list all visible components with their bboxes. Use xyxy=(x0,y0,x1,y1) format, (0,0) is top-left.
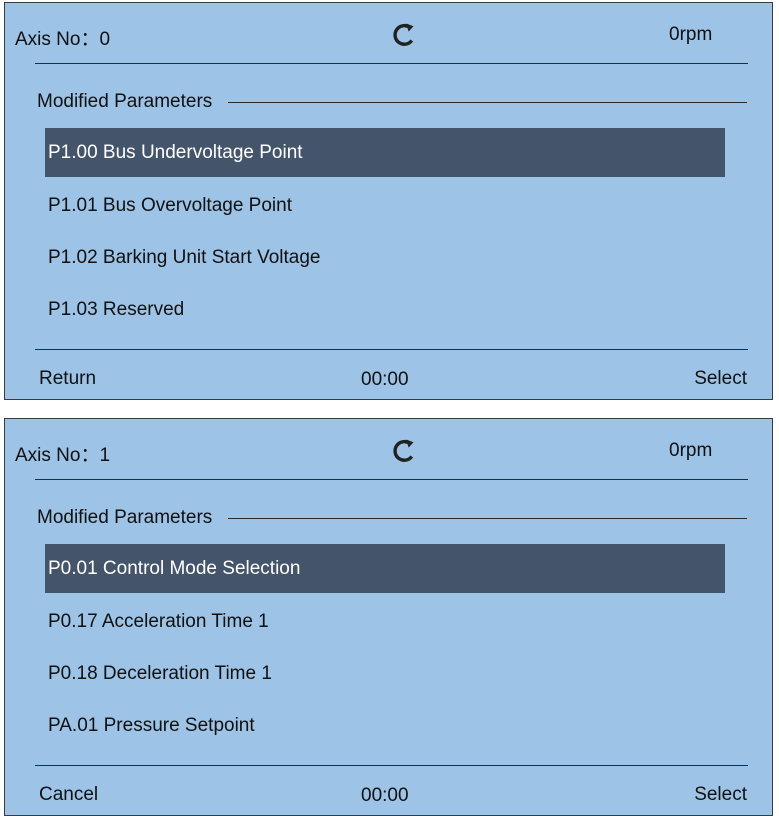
axis-value: 1 xyxy=(99,445,111,466)
section-divider xyxy=(228,101,747,103)
parameter-item[interactable]: PA.01 Pressure Setpoint xyxy=(45,701,725,750)
header-divider xyxy=(35,63,748,64)
parameter-item[interactable]: P1.02 Barking Unit Start Voltage xyxy=(45,233,725,282)
motor-speed: 0rpm xyxy=(669,24,713,45)
parameter-item[interactable]: P1.01 Bus Overvoltage Point xyxy=(45,181,725,230)
refresh-icon xyxy=(393,23,414,46)
section-title: Modified Parameters xyxy=(37,91,213,112)
axis-label: Axis No： xyxy=(15,29,100,50)
parameter-item[interactable]: P0.01 Control Mode Selection xyxy=(45,544,725,593)
cancel-button[interactable]: Cancel xyxy=(39,784,98,806)
header-divider xyxy=(35,479,748,480)
parameter-panel-axis-0: Axis No：0 0rpm Modified Parameters P1.00… xyxy=(4,2,773,400)
section-title: Modified Parameters xyxy=(37,507,213,528)
clock-display: 00:00 xyxy=(361,369,409,390)
parameter-panel-axis-1: Axis No：1 0rpm Modified Parameters P0.01… xyxy=(4,418,773,816)
select-button[interactable]: Select xyxy=(694,368,747,390)
section-divider xyxy=(228,517,747,519)
axis-number: Axis No：0 xyxy=(15,24,110,51)
axis-number: Axis No：1 xyxy=(15,440,110,467)
axis-value: 0 xyxy=(99,29,111,50)
refresh-icon xyxy=(393,439,414,462)
motor-speed: 0rpm xyxy=(669,440,713,461)
footer-divider xyxy=(35,349,748,350)
section-heading: Modified Parameters xyxy=(37,91,747,113)
section-heading: Modified Parameters xyxy=(37,507,747,529)
parameter-item[interactable]: P0.18 Deceleration Time 1 xyxy=(45,649,725,698)
parameter-item[interactable]: P1.03 Reserved xyxy=(45,285,725,334)
clock-display: 00:00 xyxy=(361,785,409,806)
parameter-item[interactable]: P1.00 Bus Undervoltage Point xyxy=(45,128,725,177)
footer-divider xyxy=(35,765,748,766)
parameter-item[interactable]: P0.17 Acceleration Time 1 xyxy=(45,597,725,646)
axis-label: Axis No： xyxy=(15,445,100,466)
return-button[interactable]: Return xyxy=(39,368,96,390)
select-button[interactable]: Select xyxy=(694,784,747,806)
